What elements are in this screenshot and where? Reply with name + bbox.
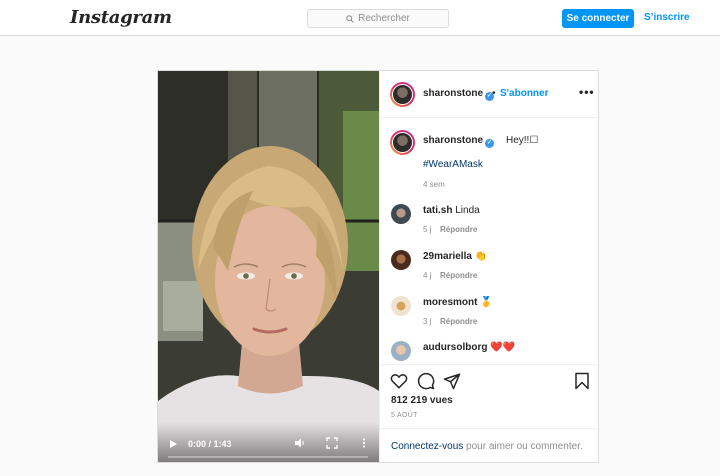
login-prompt-link[interactable]: Connectez-vous <box>391 441 463 452</box>
author-username-text: sharonstone <box>423 88 484 99</box>
video-menu-icon[interactable] <box>358 437 370 449</box>
comment-avatar[interactable] <box>391 296 411 316</box>
caption-hashtag[interactable]: #WearAMask <box>423 159 483 170</box>
comment-avatar[interactable] <box>391 250 411 270</box>
reply-button[interactable]: Répondre <box>440 225 477 234</box>
volume-icon[interactable] <box>294 437 306 449</box>
video-frame <box>158 71 379 462</box>
search-box[interactable]: Rechercher <box>307 9 449 28</box>
reply-button[interactable]: Répondre <box>440 317 477 326</box>
signup-link[interactable]: S’inscrire <box>644 12 690 23</box>
login-button[interactable]: Se connecter <box>562 9 634 28</box>
post-date: 5 AOÛT <box>391 412 418 419</box>
reply-button[interactable]: Répondre <box>440 271 477 280</box>
follow-button[interactable]: S'abonner <box>500 88 549 99</box>
login-prompt: Connectez-vous pour aimer ou commenter. <box>380 428 600 463</box>
comment-age: 3 j <box>423 317 432 326</box>
comment: tati.sh Linda <box>423 205 480 216</box>
post-sidebar: sharonstone ✓ • S'abonner ••• sharonstone… <box>379 71 600 462</box>
comment-avatar[interactable] <box>391 204 411 224</box>
author-username[interactable]: sharonstone ✓ <box>423 88 495 101</box>
video-timecode: 0:00 / 1:43 <box>188 439 232 449</box>
caption-text: Hey!!☐ <box>506 135 539 146</box>
view-count[interactable]: 812 219 vues <box>391 395 453 406</box>
video-progress-bar[interactable] <box>168 456 368 458</box>
caption-age: 4 sem <box>423 180 445 189</box>
more-icon[interactable]: ••• <box>579 85 595 99</box>
bookmark-icon[interactable] <box>573 372 591 390</box>
comment-username[interactable]: tati.sh <box>423 205 452 216</box>
video-controls: 0:00 / 1:43 <box>158 422 379 462</box>
separator-dot: • <box>492 88 496 99</box>
play-icon[interactable] <box>170 440 177 448</box>
heart-icon[interactable] <box>390 372 408 390</box>
comment-age: 5 j <box>423 225 432 234</box>
instagram-logo[interactable]: Instagram <box>70 7 172 28</box>
caption-avatar[interactable] <box>390 130 415 155</box>
post-card: 0:00 / 1:43 sharonstone ✓ • S'abonner •••… <box>157 70 600 463</box>
post-header: sharonstone ✓ • S'abonner ••• <box>380 71 600 118</box>
post-actions: 812 219 vues 5 AOÛT Connectez-vous pour … <box>380 364 600 462</box>
search-placeholder: Rechercher <box>358 13 410 24</box>
comment-text: ❤️❤️ <box>490 342 516 353</box>
comment-text: Linda <box>455 205 480 216</box>
login-prompt-text: pour aimer ou commenter. <box>463 441 583 452</box>
caption-username[interactable]: sharonstone ✓ <box>423 135 495 148</box>
comment-username[interactable]: moresmont <box>423 297 477 308</box>
comment-text: 🥇 <box>480 297 493 308</box>
fullscreen-icon[interactable] <box>326 437 338 449</box>
share-icon[interactable] <box>443 372 461 390</box>
video-player[interactable]: 0:00 / 1:43 <box>158 71 379 462</box>
comment: moresmont 🥇 <box>423 297 493 308</box>
search-icon <box>346 14 354 23</box>
author-avatar[interactable] <box>390 82 415 107</box>
top-navigation-bar: Instagram Rechercher Se connecter S’insc… <box>0 0 720 36</box>
comment-age: 4 j <box>423 271 432 280</box>
comment-username[interactable]: audursolborg <box>423 342 487 353</box>
caption-username-text: sharonstone <box>423 135 484 146</box>
verified-icon: ✓ <box>485 139 495 148</box>
comment-icon[interactable] <box>417 372 435 390</box>
comment-avatar[interactable] <box>391 341 411 361</box>
comment-username[interactable]: 29mariella <box>423 251 472 262</box>
comment-text: 👏 <box>474 251 488 262</box>
comment: 29mariella 👏 <box>423 251 487 262</box>
comment: audursolborg ❤️❤️ <box>423 342 515 353</box>
